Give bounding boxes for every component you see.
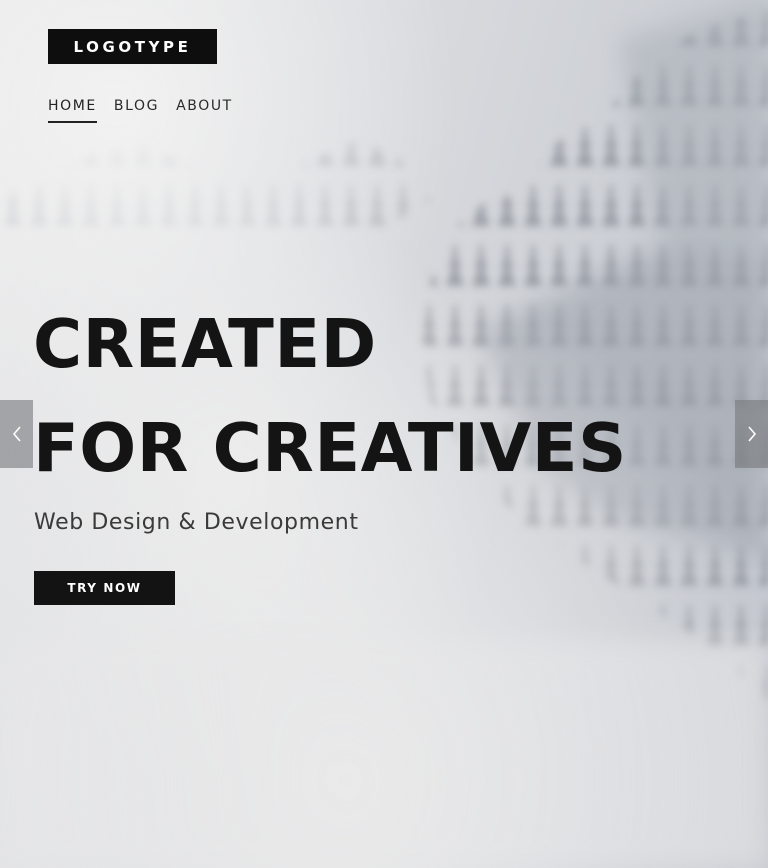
- slider-prev-button[interactable]: [0, 400, 33, 468]
- logo[interactable]: LOGOTYPE: [48, 29, 217, 64]
- hero-headline-line2: FOR CREATIVES: [33, 409, 627, 487]
- hero-subtitle: Web Design & Development: [34, 510, 359, 535]
- nav-item-home[interactable]: HOME: [48, 98, 97, 123]
- hero-headline: CREATED FOR CREATIVES: [33, 292, 627, 500]
- chevron-right-icon: [747, 426, 756, 442]
- slider-next-button[interactable]: [735, 400, 768, 468]
- hero-slider: LOGOTYPE HOME BLOG ABOUT CREATED FOR CRE…: [0, 0, 768, 868]
- chevron-left-icon: [12, 426, 21, 442]
- try-now-button[interactable]: TRY NOW: [34, 571, 175, 605]
- nav-item-blog[interactable]: BLOG: [114, 98, 159, 123]
- nav-item-about[interactable]: ABOUT: [176, 98, 233, 123]
- hero-headline-line1: CREATED: [33, 305, 377, 383]
- main-nav: HOME BLOG ABOUT: [48, 98, 250, 123]
